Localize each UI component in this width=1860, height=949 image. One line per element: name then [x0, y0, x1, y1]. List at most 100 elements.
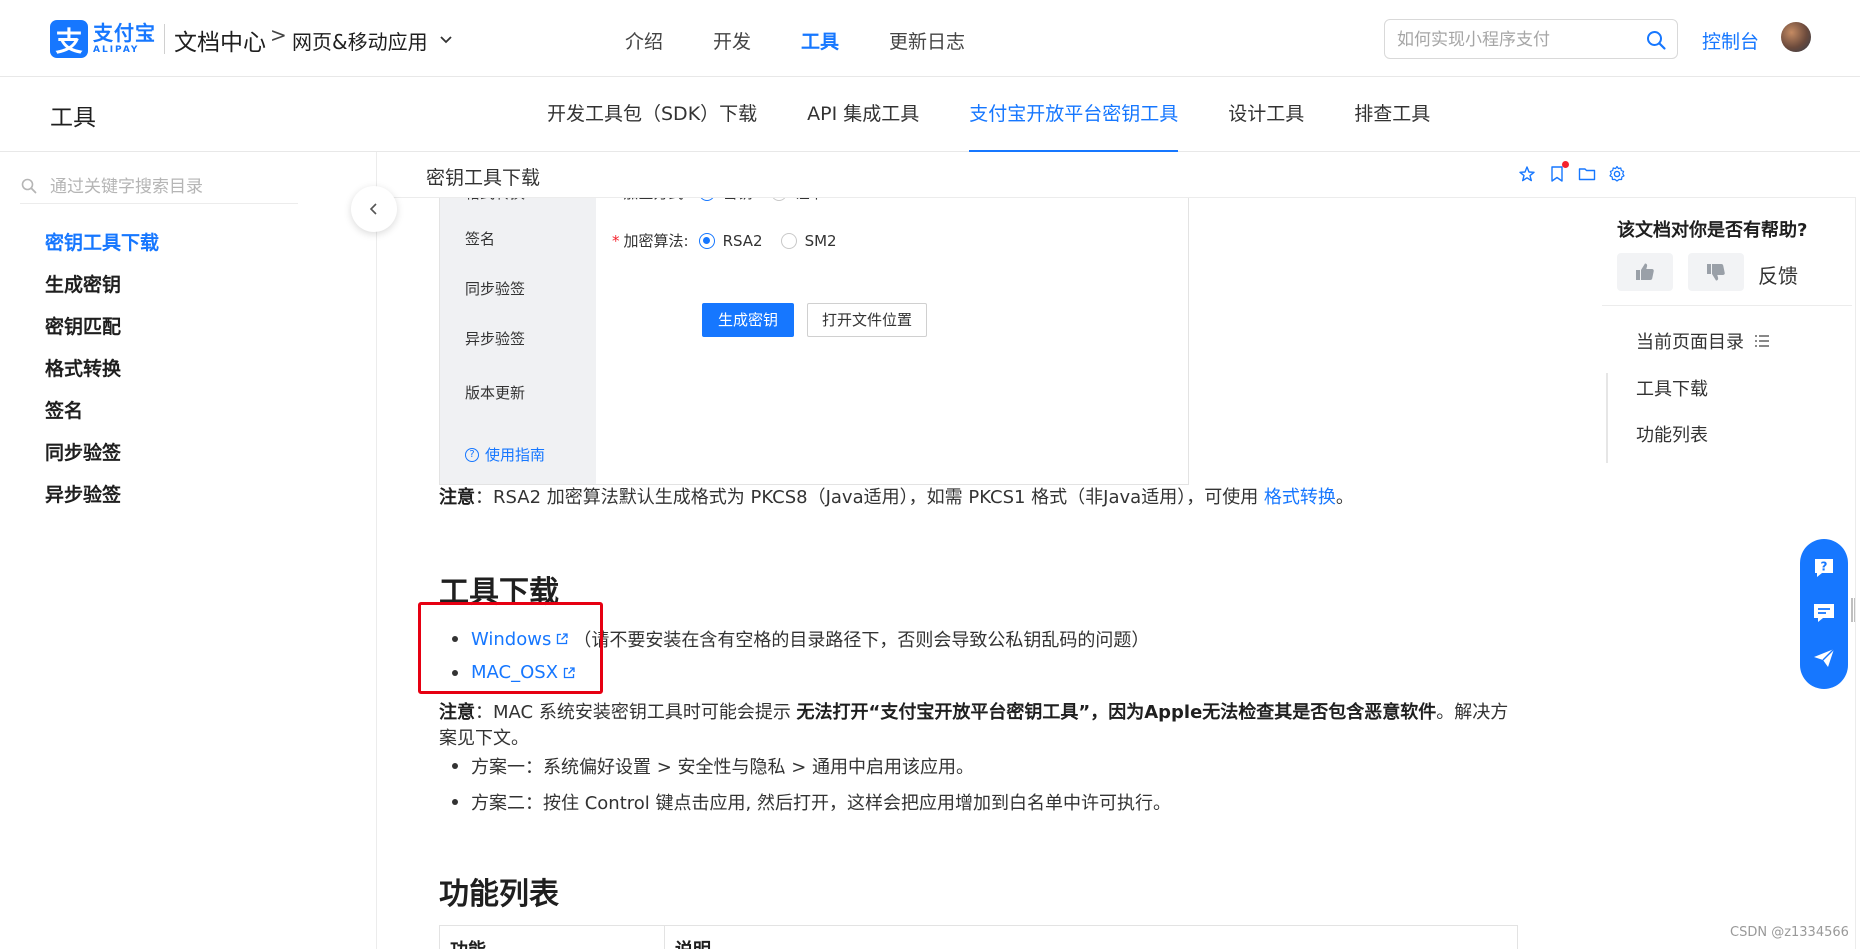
nav-tools[interactable]: 工具 — [801, 27, 839, 54]
key-tool-screenshot: 格式转换 签名 同步验签 异步验签 版本更新 ? 使用指南 * 加签方式: 密钥… — [439, 188, 1189, 485]
toc-title-label: 当前页面目录 — [1636, 332, 1744, 353]
paper-plane-icon[interactable] — [1812, 646, 1836, 670]
toc-title: 当前页面目录 — [1636, 328, 1770, 354]
sidebar-search-input[interactable] — [50, 174, 290, 200]
tab-key-tool[interactable]: 支付宝开放平台密钥工具 — [969, 77, 1179, 152]
sub-navbar: 工具 开发工具包（SDK）下载 API 集成工具 支付宝开放平台密钥工具 设计工… — [0, 77, 1860, 152]
alipay-logo[interactable]: 支 支付宝 ALIPAY — [50, 20, 156, 58]
logo-cn-text: 支付宝 — [93, 21, 156, 45]
solution-text: 方案二：按住 Control 键点击应用, 然后打开，这样会把应用增加到白名单中… — [471, 793, 1171, 814]
sub-nav: 开发工具包（SDK）下载 API 集成工具 支付宝开放平台密钥工具 设计工具 排… — [547, 77, 1480, 152]
sidebar-item-key-match[interactable]: 密钥匹配 — [45, 306, 159, 348]
list-item: 方案一：系统偏好设置 > 安全性与隐私 > 通用中启用该应用。 — [452, 753, 974, 779]
alipay-logo-mark: 支 — [50, 20, 88, 58]
tab-troubleshoot-tools[interactable]: 排查工具 — [1354, 77, 1430, 152]
sidebar-item-async-verify[interactable]: 异步验签 — [45, 474, 159, 516]
floating-help-panel: ? — [1800, 539, 1848, 689]
sidebar-item-sign[interactable]: 签名 — [45, 390, 159, 432]
sidebar-item-generate-key[interactable]: 生成密钥 — [45, 264, 159, 306]
folder-icon[interactable] — [1578, 165, 1596, 183]
tool-side-item: 异步验签 — [465, 330, 526, 348]
chevron-down-icon[interactable] — [437, 30, 455, 48]
note-text: ：MAC 系统安装密钥工具时可能会提示 — [475, 702, 797, 723]
note-text: 。解决方 — [1436, 702, 1509, 723]
thumbs-down-icon — [1707, 264, 1725, 281]
left-sidebar: 密钥工具下载 生成密钥 密钥匹配 格式转换 签名 同步验签 异步验签 — [0, 152, 377, 949]
radio-checked-icon — [698, 232, 715, 249]
tool-guide: ? 使用指南 — [465, 444, 545, 465]
tool-side-item: 签名 — [465, 230, 496, 248]
chevron-left-icon — [369, 203, 377, 215]
toc-item-functions[interactable]: 功能列表 — [1636, 421, 1708, 447]
radio-unchecked-icon — [780, 232, 797, 249]
tab-sdk-download[interactable]: 开发工具包（SDK）下载 — [547, 77, 757, 152]
table-header-cell: 说明 — [665, 926, 721, 949]
star-icon[interactable] — [1518, 165, 1536, 183]
avatar[interactable] — [1781, 22, 1811, 52]
list-item: 方案二：按住 Control 键点击应用, 然后打开，这样会把应用增加到白名单中… — [452, 789, 1171, 815]
note-label: 注意 — [439, 487, 475, 508]
doc-center-link[interactable]: 文档中心 — [174, 23, 266, 57]
sidebar-item-format-convert[interactable]: 格式转换 — [45, 348, 159, 390]
nav-develop[interactable]: 开发 — [713, 27, 751, 54]
search-input[interactable] — [1397, 28, 1633, 52]
function-heading: 功能列表 — [439, 877, 559, 912]
content-toolbar — [1518, 161, 1638, 183]
thumbs-up-icon — [1636, 263, 1654, 280]
logo-en-text: ALIPAY — [93, 45, 140, 55]
tool-generate-key-button: 生成密钥 — [702, 303, 794, 337]
content-title: 密钥工具下载 — [426, 167, 541, 189]
format-convert-link[interactable]: 格式转换 — [1264, 487, 1336, 508]
nav-changelog[interactable]: 更新日志 — [889, 27, 965, 54]
function-table: 功能 说明 — [439, 925, 1518, 949]
divider — [1602, 305, 1852, 306]
note-label: 注意 — [439, 702, 475, 723]
note-bold-text: 无法打开“支付宝开放平台密钥工具”，因为Apple无法检查其是否包含恶意软件 — [796, 702, 1437, 723]
note-text: ：RSA2 加密算法默认生成格式为 PKCS8（Java适用），如需 PKCS1… — [475, 487, 1264, 508]
collapse-sidebar-button[interactable] — [351, 186, 397, 232]
top-nav: 介绍 开发 工具 更新日志 — [625, 27, 1015, 54]
search-box — [1384, 19, 1678, 59]
sidebar-item-key-download[interactable]: 密钥工具下载 — [45, 222, 159, 264]
bookmark-button[interactable] — [1548, 161, 1569, 183]
console-link[interactable]: 控制台 — [1702, 27, 1759, 54]
notification-dot — [1562, 161, 1569, 168]
tool-option-label: SM2 — [804, 231, 837, 250]
csdn-watermark: CSDN @z1334566 — [1730, 925, 1849, 940]
thumbs-down-button[interactable] — [1688, 253, 1744, 291]
tab-design-tools[interactable]: 设计工具 — [1228, 77, 1304, 152]
tool-side-item: 版本更新 — [465, 384, 526, 402]
page-scrollbar[interactable] — [1855, 152, 1856, 949]
windows-download-note: （请不要安装在含有空格的目录路径下，否则会导致公私钥乱码的问题） — [573, 630, 1150, 651]
list-icon[interactable] — [1754, 334, 1770, 348]
top-navbar: 支 支付宝 ALIPAY 文档中心 > 网页&移动应用 介绍 开发 工具 更新日… — [0, 0, 1860, 77]
list-item: Windows （请不要安装在含有空格的目录路径下，否则会导致公私钥乱码的问题） — [452, 626, 1149, 652]
mac-download-link[interactable]: MAC_OSX — [471, 662, 558, 683]
nav-intro[interactable]: 介绍 — [625, 27, 663, 54]
help-icon[interactable]: ? — [1812, 556, 1836, 580]
breadcrumb-separator: > — [270, 23, 287, 47]
helpful-question: 该文档对你是否有帮助? — [1617, 220, 1808, 241]
tab-api-tools[interactable]: API 集成工具 — [807, 77, 919, 152]
product-switcher[interactable]: 网页&移动应用 — [292, 26, 428, 55]
chat-icon[interactable] — [1812, 601, 1836, 625]
solution-text: 方案一：系统偏好设置 > 安全性与隐私 > 通用中启用该应用。 — [471, 757, 975, 778]
note-rsa2-format: 注意：RSA2 加密算法默认生成格式为 PKCS8（Java适用），如需 PKC… — [439, 485, 1354, 511]
section-title: 工具 — [50, 105, 96, 131]
note-end: 。 — [1335, 487, 1354, 508]
gear-icon[interactable] — [1608, 165, 1626, 183]
list-item: MAC_OSX — [452, 662, 576, 683]
download-heading: 工具下载 — [439, 575, 559, 610]
toc-item-download[interactable]: 工具下载 — [1636, 375, 1708, 401]
tool-side-item: 同步验签 — [465, 280, 526, 298]
feedback-link[interactable]: 反馈 — [1758, 260, 1798, 289]
external-link-icon — [563, 666, 575, 678]
thumbs-up-button[interactable] — [1617, 253, 1673, 291]
windows-download-link[interactable]: Windows — [471, 629, 551, 650]
sidebar-search — [20, 170, 298, 204]
search-icon[interactable] — [1645, 29, 1667, 51]
toc-track — [1606, 373, 1608, 463]
sidebar-item-sync-verify[interactable]: 同步验签 — [45, 432, 159, 474]
tool-open-location-button: 打开文件位置 — [807, 303, 927, 337]
note-mac-warning: 注意：MAC 系统安装密钥工具时可能会提示 无法打开“支付宝开放平台密钥工具”，… — [439, 700, 1539, 752]
